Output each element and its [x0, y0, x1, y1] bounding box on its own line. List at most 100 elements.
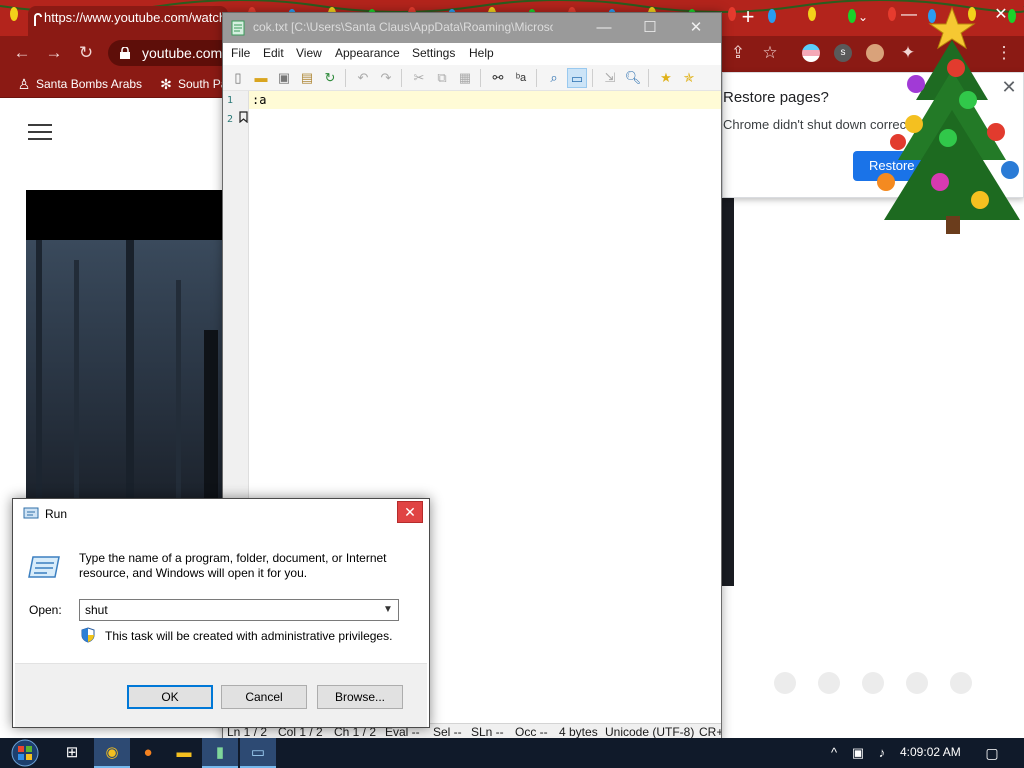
status-eol[interactable]: CR+LF — [699, 725, 721, 739]
new-tab-button[interactable]: + — [736, 4, 760, 30]
menu-help[interactable]: Help — [469, 46, 494, 60]
bookmark-label: Santa Bombs Arabs — [36, 77, 143, 91]
replace-icon[interactable]: ᵇa — [511, 68, 531, 88]
volume-icon[interactable]: ♪ — [874, 745, 890, 761]
carousel-dot[interactable] — [774, 672, 796, 694]
save-icon[interactable]: ▣ — [274, 68, 294, 88]
notepad-titlebar[interactable]: cok.txt [C:\Users\Santa Claus\AppData\Ro… — [223, 13, 721, 43]
carousel-dot[interactable] — [906, 672, 928, 694]
uac-shield-icon — [81, 627, 95, 643]
status-sel: Sel -- — [433, 725, 462, 739]
back-arrow-icon[interactable]: ← — [10, 42, 34, 64]
firefox-icon: ● — [143, 744, 153, 761]
run-icon: ▭ — [250, 744, 266, 761]
chrome-tab-youtube[interactable]: https://www.youtube.com/watch — [28, 6, 228, 36]
new-file-icon[interactable]: ▯ — [228, 68, 248, 88]
video-edge — [722, 196, 734, 586]
clock[interactable]: 4:09:02 AM — [900, 745, 961, 759]
toolbar-separator — [480, 69, 481, 87]
menu-view[interactable]: View — [296, 46, 322, 60]
run-app-icon — [23, 507, 39, 519]
goto-icon[interactable]: ⌕ — [544, 68, 564, 88]
carousel-dot[interactable] — [862, 672, 884, 694]
taskbar-file-explorer[interactable]: ▬ — [166, 738, 202, 768]
s-extension-icon[interactable]: s — [834, 44, 852, 62]
status-occ: Occ -- — [515, 725, 548, 739]
christmas-tree-decoration — [877, 6, 1020, 234]
cut-icon[interactable]: ✂ — [409, 68, 429, 88]
run-description: Type the name of a program, folder, docu… — [79, 551, 387, 580]
candy-cane-icon — [34, 13, 42, 26]
share-icon[interactable]: ⇪ — [726, 42, 750, 64]
word-wrap-icon[interactable]: ▭ — [567, 68, 587, 88]
menu-appearance[interactable]: Appearance — [335, 46, 400, 60]
start-button-icon[interactable] — [8, 739, 42, 767]
chrome-icon: ◉ — [105, 744, 119, 761]
status-encoding[interactable]: Unicode (UTF-8) — [605, 725, 694, 739]
flag-extension-icon[interactable] — [802, 44, 820, 62]
paste-icon[interactable]: ▦ — [455, 68, 475, 88]
address-bar[interactable]: youtube.com — [108, 40, 238, 66]
favorites-star-icon[interactable]: ★ — [656, 68, 676, 88]
notepad-title: cok.txt [C:\Users\Santa Claus\AppData\Ro… — [253, 20, 553, 34]
bookmark-star-icon[interactable]: ☆ — [758, 42, 782, 64]
restore-title: Restore pages? — [723, 89, 829, 106]
lock-icon — [120, 47, 130, 59]
snowflake-icon: ✻ — [160, 76, 172, 92]
undo-icon[interactable]: ↶ — [353, 68, 373, 88]
taskbar-chrome[interactable]: ◉ — [94, 738, 130, 768]
toolbar-separator — [536, 69, 537, 87]
chevron-up-icon[interactable]: ^ — [826, 745, 842, 761]
taskbar-run[interactable]: ▭ — [240, 738, 276, 768]
menu-edit[interactable]: Edit — [263, 46, 284, 60]
chevron-down-icon[interactable]: ▼ — [380, 602, 396, 618]
menu-settings[interactable]: Settings — [412, 46, 455, 60]
taskbar-task-view[interactable]: ⊞ — [54, 738, 90, 768]
menu-file[interactable]: File — [231, 46, 250, 60]
zoom-icon[interactable]: 🔍︎ — [623, 68, 643, 88]
carousel-dot[interactable] — [818, 672, 840, 694]
copy-icon[interactable]: ⧉ — [432, 68, 452, 88]
cancel-button[interactable]: Cancel — [221, 685, 307, 709]
toolbar-separator — [345, 69, 346, 87]
forward-arrow-icon[interactable]: → — [42, 42, 66, 64]
reload-file-icon[interactable]: ↻ — [320, 68, 340, 88]
open-folder-icon[interactable]: ▬ — [251, 68, 271, 88]
notepad-close-button[interactable]: ✕ — [673, 13, 719, 43]
network-icon[interactable]: ▣ — [850, 745, 866, 761]
hamburger-menu-icon[interactable] — [28, 124, 52, 142]
taskbar-notepad[interactable]: ▮ — [202, 738, 238, 768]
reload-icon[interactable]: ↻ — [74, 42, 98, 64]
address-host: youtube.com — [142, 45, 223, 61]
zoom-reset-icon[interactable]: ⇲ — [600, 68, 620, 88]
bookmark-item-santa[interactable]: ♙ Santa Bombs Arabs — [14, 74, 142, 94]
toolbar-separator — [401, 69, 402, 87]
browse-button[interactable]: Browse... — [317, 685, 403, 709]
video-top-bar — [26, 190, 222, 240]
bookmark-marker-icon[interactable] — [239, 111, 248, 123]
notification-icon[interactable]: ▢ — [982, 743, 1002, 763]
redo-icon[interactable]: ↷ — [376, 68, 396, 88]
current-line-highlight: :a — [249, 91, 721, 109]
taskbar: ⊞ ◉ ● ▬ ▮ ▭ ^ ▣ ♪ 4:09:02 AM ▢ — [0, 738, 1024, 768]
run-button-row: OK Cancel Browse... — [15, 663, 427, 727]
admin-privileges-note: This task will be created with administr… — [105, 629, 393, 643]
run-body: Type the name of a program, folder, docu… — [15, 529, 427, 663]
line-number: 2 — [227, 114, 234, 125]
find-binoculars-icon[interactable]: ⚯ — [488, 68, 508, 88]
ok-button[interactable]: OK — [127, 685, 213, 709]
run-close-button[interactable]: ✕ — [397, 501, 423, 523]
save-as-icon[interactable]: ▤ — [297, 68, 317, 88]
open-label: Open: — [29, 603, 62, 617]
run-titlebar[interactable]: Run ✕ — [13, 499, 429, 529]
notepad-minimize-button[interactable]: — — [581, 13, 627, 43]
taskbar-firefox[interactable]: ● — [130, 738, 166, 768]
notepad-maximize-button[interactable]: ☐ — [627, 13, 673, 43]
carousel-dot[interactable] — [950, 672, 972, 694]
open-input[interactable] — [80, 600, 376, 620]
code-line: :a — [252, 93, 267, 107]
open-combobox[interactable]: ▼ — [79, 599, 399, 621]
line-number: 1 — [227, 95, 234, 106]
run-program-icon — [28, 556, 60, 578]
add-favorite-star-icon[interactable]: ✯ — [679, 68, 699, 88]
